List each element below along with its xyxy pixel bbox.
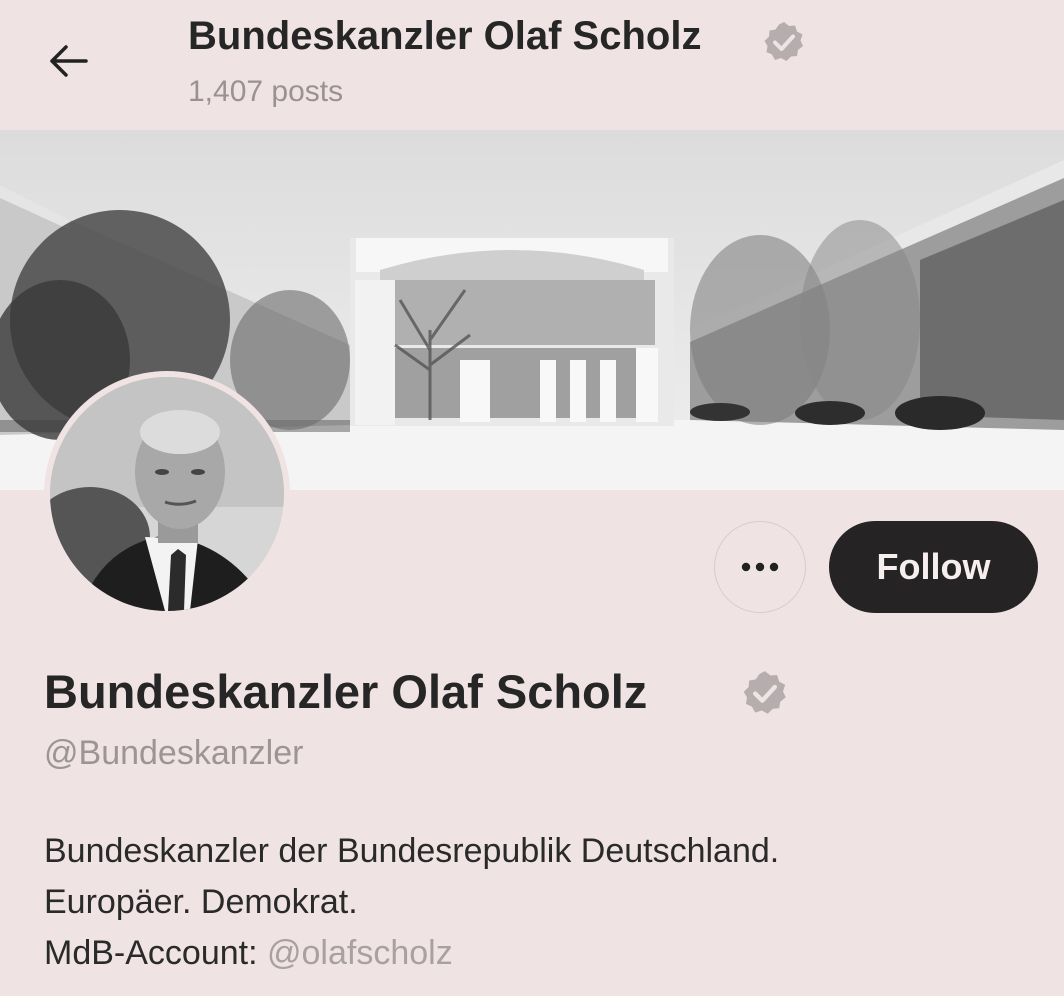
bio-line: Bundeskanzler der Bundesrepublik Deutsch… [44,832,780,870]
more-options-icon [741,562,779,572]
profile-handle: @Bundeskanzler [44,734,304,772]
verified-badge-icon [743,671,786,714]
portrait-photo [50,377,284,611]
profile-display-name: Bundeskanzler Olaf Scholz [44,665,648,718]
bio-line-mdb: MdB-Account: @olafscholz [44,928,779,979]
arrow-left-icon [50,45,88,77]
profile-avatar[interactable] [44,371,290,617]
mdb-label: MdB-Account: [44,934,267,972]
header-title: Bundeskanzler Olaf Scholz [188,14,702,58]
follow-button[interactable]: Follow [829,521,1038,613]
top-bar: Bundeskanzler Olaf Scholz 1,407 posts [0,0,1064,130]
bio-line: Europäer. Demokrat. [44,883,358,921]
posts-count: 1,407 posts [188,75,344,108]
more-options-button[interactable] [714,521,806,613]
profile-bio: Bundeskanzler der Bundesrepublik Deutsch… [44,826,779,979]
back-button[interactable] [44,36,94,86]
mdb-mention-link[interactable]: @olafscholz [267,934,453,972]
verified-badge-icon [764,22,803,61]
